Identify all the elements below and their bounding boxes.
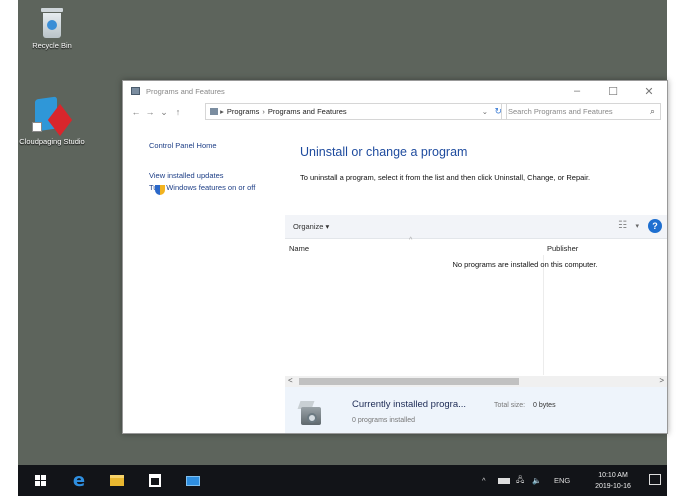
breadcrumb-separator-icon: ▸	[218, 107, 224, 116]
address-control-panel-icon	[210, 108, 218, 115]
close-button[interactable]: ✕	[631, 81, 667, 101]
screen-border-left	[0, 0, 18, 496]
windows-logo-icon	[35, 474, 47, 487]
file-explorer-taskbar-button[interactable]	[102, 465, 132, 496]
scroll-right-icon[interactable]: >	[659, 376, 664, 385]
address-dropdown-icon[interactable]: ⌄	[482, 107, 488, 116]
tray-overflow-icon[interactable]: ^	[482, 465, 486, 496]
column-divider	[543, 255, 544, 375]
empty-list-message: No programs are installed on this comput…	[452, 260, 598, 269]
command-bar: Organize ▾ ☷ ▾ ?	[285, 215, 667, 239]
remote-desktop-icon	[186, 475, 200, 486]
address-row: ← → ⌄ ↑ ▸ Programs › Programs and Featur…	[123, 101, 667, 123]
desktop-icon-recycle-bin[interactable]: Recycle Bin	[18, 8, 86, 50]
breadcrumb-programs[interactable]: Programs	[227, 107, 260, 116]
cloudpaging-studio-icon	[32, 94, 73, 137]
uac-shield-icon	[155, 185, 165, 195]
search-placeholder: Search Programs and Features	[508, 107, 613, 116]
clock-time: 10:10 AM	[598, 472, 628, 479]
clock[interactable]: 10:10 AM 2019-10-16	[592, 470, 634, 492]
action-center-icon[interactable]	[649, 474, 661, 485]
recent-locations-icon[interactable]: ⌄	[157, 107, 171, 118]
minimize-button[interactable]: –	[559, 81, 595, 101]
forward-arrow-icon[interactable]: →	[143, 107, 157, 117]
store-taskbar-button[interactable]	[140, 465, 170, 496]
edge-icon: e	[72, 470, 86, 491]
up-arrow-icon[interactable]: ↑	[171, 107, 185, 117]
search-input[interactable]: Search Programs and Features ⌕	[501, 103, 661, 120]
details-title: Currently installed progra...	[352, 399, 467, 410]
help-icon[interactable]: ?	[648, 219, 662, 233]
maximize-button[interactable]: ☐	[595, 81, 631, 101]
sort-caret-icon: ^	[409, 237, 413, 244]
address-bar[interactable]: ▸ Programs › Programs and Features ⌄ ↻	[205, 103, 507, 120]
store-icon	[149, 474, 161, 487]
view-dropdown-icon[interactable]: ▾	[635, 222, 639, 230]
total-size-label: Total size:	[494, 402, 526, 409]
taskbar: e ^ 🖧 🔈 ENG 10:10 AM 2019-10-16	[18, 465, 667, 496]
scroll-thumb[interactable]	[299, 378, 519, 385]
breadcrumb-separator-icon: ›	[262, 107, 265, 116]
windows-features-link[interactable]: Turn Windows features on or off	[149, 183, 285, 193]
control-panel-home-link[interactable]: Control Panel Home	[149, 141, 285, 151]
programs-and-features-window: Programs and Features – ☐ ✕ ← → ⌄ ↑ ▸ Pr…	[122, 80, 668, 434]
installed-programs-icon	[297, 399, 323, 427]
network-icon[interactable]: 🖧	[516, 465, 524, 496]
organize-button[interactable]: Organize ▾	[293, 222, 329, 231]
left-pane: Control Panel Home View installed update…	[123, 123, 285, 195]
screen-border-right	[667, 0, 684, 496]
main-pane: Uninstall or change a program To uninsta…	[285, 123, 667, 433]
scroll-left-icon[interactable]: <	[288, 376, 293, 385]
programs-count: 0 programs installed	[352, 417, 416, 424]
clock-date: 2019-10-16	[595, 483, 631, 490]
edge-taskbar-button[interactable]: e	[64, 465, 94, 496]
view-installed-updates-link[interactable]: View installed updates	[149, 171, 285, 181]
title-bar[interactable]: Programs and Features – ☐ ✕	[123, 81, 667, 101]
remote-desktop-taskbar-button[interactable]	[178, 465, 208, 496]
page-title: Uninstall or change a program	[300, 145, 468, 159]
control-panel-icon	[131, 87, 140, 95]
recycle-bin-label: Recycle Bin	[32, 41, 72, 50]
column-header-publisher[interactable]: Publisher	[547, 244, 578, 253]
view-options-icon[interactable]: ☷	[618, 220, 627, 231]
cloudpaging-studio-label: Cloudpaging Studio	[19, 137, 85, 146]
desktop-icon-cloudpaging-studio[interactable]: Cloudpaging Studio	[18, 94, 86, 146]
language-indicator[interactable]: ENG	[554, 465, 570, 496]
start-button[interactable]	[26, 465, 56, 496]
back-arrow-icon[interactable]: ←	[129, 107, 143, 117]
window-title: Programs and Features	[146, 86, 225, 96]
column-headers: Name ^ Publisher	[285, 237, 667, 255]
details-pane: Currently installed progra... Total size…	[285, 387, 667, 433]
volume-icon[interactable]: 🔈	[532, 465, 541, 496]
breadcrumb-programs-and-features[interactable]: Programs and Features	[268, 107, 347, 116]
battery-icon[interactable]	[498, 465, 510, 496]
horizontal-scrollbar[interactable]: < >	[285, 376, 667, 387]
total-size-value: 0 bytes	[533, 402, 556, 409]
column-header-name[interactable]: Name	[289, 244, 309, 253]
instructions-text: To uninstall a program, select it from t…	[300, 173, 591, 182]
folder-icon	[110, 475, 124, 486]
search-icon[interactable]: ⌕	[650, 106, 655, 117]
recycle-bin-icon	[40, 8, 64, 38]
